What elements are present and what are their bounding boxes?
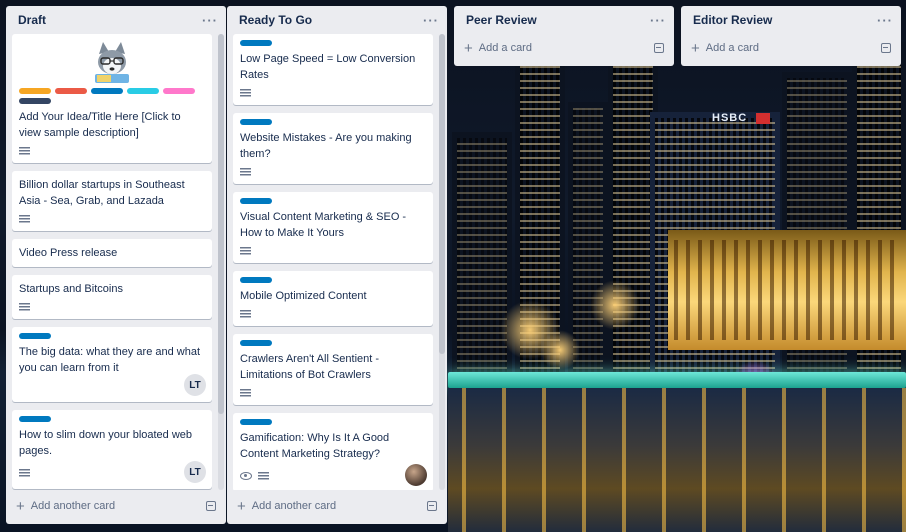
label[interactable] xyxy=(19,333,51,339)
description-icon xyxy=(19,146,30,156)
add-card-label: Add a card xyxy=(478,42,532,54)
description-icon xyxy=(240,167,251,177)
plus-icon: + xyxy=(464,39,473,57)
list-title[interactable]: Draft xyxy=(18,13,46,27)
label[interactable] xyxy=(55,88,87,94)
description-icon xyxy=(19,468,30,478)
list-title[interactable]: Editor Review xyxy=(693,13,772,27)
card-template-icon[interactable] xyxy=(427,501,437,511)
label[interactable] xyxy=(19,98,51,104)
add-card-label: Add another card xyxy=(30,500,116,512)
add-card-label: Add another card xyxy=(251,500,337,512)
label[interactable] xyxy=(240,119,272,125)
add-card-button[interactable]: + Add a card xyxy=(454,34,674,62)
add-card-button[interactable]: + Add another card xyxy=(6,492,226,520)
card[interactable]: Startups and Bitcoins xyxy=(12,275,212,319)
card-template-icon[interactable] xyxy=(206,501,216,511)
label[interactable] xyxy=(91,88,123,94)
card[interactable]: How to slim down your bloated web pages.… xyxy=(12,410,212,489)
description-icon xyxy=(240,88,251,98)
card-title: Video Press release xyxy=(19,247,118,259)
plus-icon: + xyxy=(16,497,25,515)
description-icon xyxy=(19,214,30,224)
card[interactable]: Add Your Idea/Title Here [Click to view … xyxy=(12,34,212,163)
plus-icon: + xyxy=(691,39,700,57)
list-menu-button[interactable]: ··· xyxy=(877,13,893,28)
card-labels xyxy=(19,88,205,104)
card-template-icon[interactable] xyxy=(654,43,664,53)
description-icon xyxy=(240,388,251,398)
card-list: Low Page Speed = Low Conversion Rates We… xyxy=(227,34,447,490)
label[interactable] xyxy=(240,40,272,46)
add-card-button[interactable]: + Add a card xyxy=(681,34,901,62)
card-title: Crawlers Aren't All Sentient - Limitatio… xyxy=(240,353,380,381)
list-header: Draft ··· xyxy=(6,6,226,34)
card-title: Add Your Idea/Title Here [Click to view … xyxy=(19,111,181,139)
member-avatar[interactable] xyxy=(405,464,427,486)
card-title: Website Mistakes - Are you making them? xyxy=(240,132,412,160)
card-title: Low Page Speed = Low Conversion Rates xyxy=(240,53,416,81)
list-header: Editor Review ··· xyxy=(681,6,901,34)
card[interactable]: Video Press release xyxy=(12,239,212,267)
card-title: Mobile Optimized Content xyxy=(240,290,367,302)
card[interactable]: Website Mistakes - Are you making them? xyxy=(233,113,433,184)
member-avatar[interactable]: LT xyxy=(184,374,206,396)
list-header: Peer Review ··· xyxy=(454,6,674,34)
add-card-button[interactable]: + Add another card xyxy=(227,492,447,520)
list-header: Ready To Go ··· xyxy=(227,6,447,34)
card-template-icon[interactable] xyxy=(881,43,891,53)
list-menu-button[interactable]: ··· xyxy=(650,13,666,28)
label[interactable] xyxy=(19,416,51,422)
plus-icon: + xyxy=(237,497,246,515)
list-menu-button[interactable]: ··· xyxy=(202,13,218,28)
list-title[interactable]: Ready To Go xyxy=(239,13,312,27)
list-menu-button[interactable]: ··· xyxy=(423,13,439,28)
card[interactable]: Gamification: Why Is It A Good Content M… xyxy=(233,413,433,490)
member-avatar[interactable]: LT xyxy=(184,461,206,483)
card-title: Visual Content Marketing & SEO - How to … xyxy=(240,211,407,239)
list-ready-to-go: Ready To Go ··· Low Page Speed = Low Con… xyxy=(227,6,447,524)
description-icon xyxy=(240,309,251,319)
card[interactable]: Crawlers Aren't All Sentient - Limitatio… xyxy=(233,334,433,405)
description-icon xyxy=(19,302,30,312)
description-icon xyxy=(258,471,269,481)
label[interactable] xyxy=(19,88,51,94)
card-list: Add Your Idea/Title Here [Click to view … xyxy=(6,34,226,490)
card[interactable]: Billion dollar startups in Southeast Asi… xyxy=(12,171,212,231)
scrollbar[interactable] xyxy=(439,34,445,490)
description-icon xyxy=(240,246,251,256)
card[interactable]: Mobile Optimized Content xyxy=(233,271,433,326)
list-title[interactable]: Peer Review xyxy=(466,13,537,27)
watch-eye-icon xyxy=(240,472,252,480)
list-draft: Draft ··· Add Your Idea/Title Here [Clic… xyxy=(6,6,226,524)
scrollbar[interactable] xyxy=(218,34,224,490)
label[interactable] xyxy=(240,198,272,204)
card-title: Startups and Bitcoins xyxy=(19,283,123,295)
card[interactable]: The big data: what they are and what you… xyxy=(12,327,212,402)
card-title: How to slim down your bloated web pages. xyxy=(19,429,193,457)
list-editor-review: Editor Review ··· + Add a card xyxy=(681,6,901,66)
card-cover xyxy=(19,40,205,84)
card[interactable]: Visual Content Marketing & SEO - How to … xyxy=(233,192,433,263)
card-title: Billion dollar startups in Southeast Asi… xyxy=(19,179,185,207)
label[interactable] xyxy=(240,419,272,425)
card-title: The big data: what they are and what you… xyxy=(19,346,201,374)
card[interactable]: Low Page Speed = Low Conversion Rates xyxy=(233,34,433,105)
list-peer-review: Peer Review ··· + Add a card xyxy=(454,6,674,66)
husky-illustration-icon xyxy=(95,42,129,83)
add-card-label: Add a card xyxy=(705,42,759,54)
card-title: Gamification: Why Is It A Good Content M… xyxy=(240,432,390,460)
label[interactable] xyxy=(127,88,159,94)
hsbc-sign: HSBC xyxy=(712,112,748,124)
label[interactable] xyxy=(240,277,272,283)
label[interactable] xyxy=(163,88,195,94)
label[interactable] xyxy=(240,340,272,346)
